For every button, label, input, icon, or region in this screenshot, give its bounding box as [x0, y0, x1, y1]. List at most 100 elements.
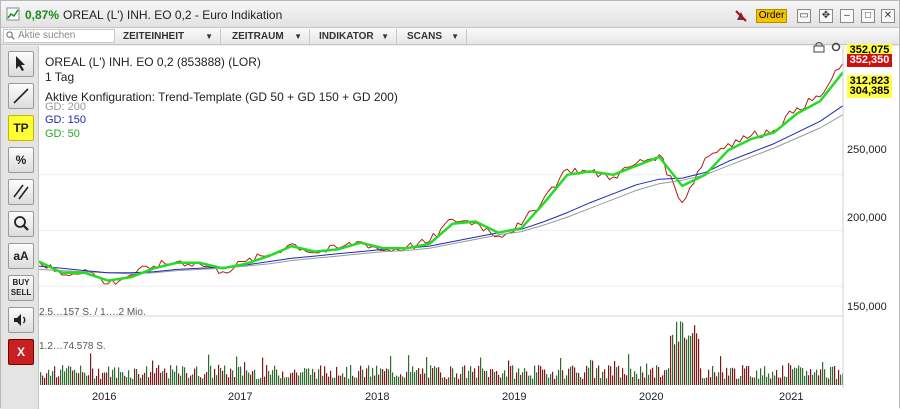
line-tool-button[interactable]	[8, 83, 34, 109]
title-bar: 0,87% OREAL (L') INH. EO 0,2 - Euro Indi…	[1, 1, 899, 28]
volume-bar	[618, 365, 620, 385]
volume-bar	[510, 365, 512, 385]
minimize-button[interactable]: ‒	[840, 9, 854, 23]
chevron-down-icon: ▼	[451, 32, 459, 41]
sound-button[interactable]	[8, 307, 34, 333]
volume-bar	[300, 372, 302, 385]
x-tick-label: 2016	[92, 391, 117, 403]
volume-bar	[674, 344, 676, 385]
volume-bar	[742, 365, 744, 385]
volume-bar	[44, 377, 46, 385]
chart-area[interactable]: OREAL (L') INH. EO 0,2 (853888) (LOR) 1 …	[39, 42, 899, 409]
maximize-button[interactable]: □	[861, 9, 875, 23]
menu-indikator[interactable]: INDIKATOR ▼	[313, 29, 397, 44]
volume-bar	[576, 372, 578, 385]
window-settings-button[interactable]: ▭	[797, 9, 811, 23]
volume-bar	[400, 374, 402, 385]
volume-bar	[502, 373, 504, 385]
volume-bar	[688, 335, 690, 385]
volume-bar	[190, 375, 192, 385]
volume-bar	[404, 377, 406, 385]
volume-bar	[572, 365, 574, 385]
volume-bar	[366, 368, 368, 385]
volume-bar	[354, 377, 356, 385]
volume-bar	[690, 335, 692, 385]
price-tag-gd200: 304,385	[847, 85, 892, 98]
order-button[interactable]: Order	[756, 9, 787, 23]
volume-bar	[266, 365, 268, 385]
volume-bar	[732, 367, 734, 385]
move-icon[interactable]: ✥	[819, 9, 833, 23]
toolbar: Aktie suchen ZEITEINHEIT ▼ ZEITRAUM ▼ INDI…	[1, 28, 899, 45]
volume-bar	[464, 365, 466, 385]
volume-bar	[776, 370, 778, 385]
volume-bar	[564, 378, 566, 385]
volume-bar	[686, 339, 688, 385]
menu-label: SCANS	[407, 31, 443, 42]
volume-bar	[512, 365, 514, 385]
close-window-button[interactable]: ✕	[881, 9, 895, 23]
volume-bar	[456, 373, 458, 385]
volume-bar	[840, 374, 842, 385]
volume-bar	[562, 370, 564, 385]
volume-bar	[532, 378, 534, 385]
volume-bar	[628, 354, 630, 385]
volume-bar	[194, 368, 196, 385]
buy-sell-button[interactable]: BUY SELL	[8, 275, 34, 301]
volume-bar	[708, 369, 710, 385]
padlock-icon[interactable]	[812, 41, 826, 53]
font-size-button[interactable]: aA	[8, 243, 34, 269]
percent-tool-button[interactable]: %	[8, 147, 34, 173]
volume-bar	[274, 365, 276, 385]
volume-bar	[780, 377, 782, 385]
search-input[interactable]: Aktie suchen	[3, 29, 115, 43]
volume-bar	[574, 367, 576, 385]
volume-bar	[804, 375, 806, 385]
volume-bar	[520, 374, 522, 385]
volume-bar	[220, 367, 222, 385]
volume-bar	[626, 375, 628, 385]
volume-bar	[468, 370, 470, 385]
chevron-down-icon: ▼	[205, 32, 213, 41]
volume-bar	[306, 368, 308, 385]
line-icon	[13, 88, 29, 104]
close-chart-button[interactable]: X	[8, 339, 34, 365]
volume-bar	[588, 367, 590, 385]
volume-bar	[540, 366, 542, 385]
volume-bar	[342, 373, 344, 385]
volume-bar	[214, 368, 216, 385]
y-tick-label: 250,000	[847, 144, 887, 156]
menu-zeiteinheit[interactable]: ZEITEINHEIT ▼	[117, 29, 221, 44]
tp-button[interactable]: TP	[8, 115, 34, 141]
volume-bar	[276, 369, 278, 385]
volume-bar	[544, 369, 546, 385]
volume-bar	[130, 377, 132, 385]
cursor-icon	[16, 56, 25, 71]
volume-bar	[598, 365, 600, 385]
volume-bar	[490, 369, 492, 385]
volume-bar	[144, 372, 146, 385]
volume-bar	[782, 365, 784, 385]
zoom-button[interactable]	[8, 211, 34, 237]
volume-bar	[264, 376, 266, 385]
menu-scans[interactable]: SCANS ▼	[401, 29, 467, 44]
menu-zeitraum[interactable]: ZEITRAUM ▼	[226, 29, 310, 44]
volume-bar	[204, 374, 206, 385]
volume-bar	[414, 372, 416, 385]
volume-bar	[206, 372, 208, 385]
interval-label: 1 Tag	[45, 70, 75, 84]
chevron-down-icon: ▼	[294, 32, 302, 41]
volume-bar	[352, 375, 354, 385]
volume-bar	[508, 360, 510, 385]
volume-bar	[514, 378, 516, 385]
volume-bar	[802, 368, 804, 385]
volume-bar	[666, 369, 668, 385]
volume-bar	[608, 365, 610, 385]
volume-bar	[154, 373, 156, 385]
volume-bar	[392, 372, 394, 385]
volume-bar	[140, 377, 142, 385]
settings-icon[interactable]	[829, 41, 843, 53]
parallel-tool-button[interactable]	[8, 179, 34, 205]
cursor-tool-button[interactable]	[8, 51, 34, 77]
alarm-off-icon[interactable]	[734, 9, 748, 23]
